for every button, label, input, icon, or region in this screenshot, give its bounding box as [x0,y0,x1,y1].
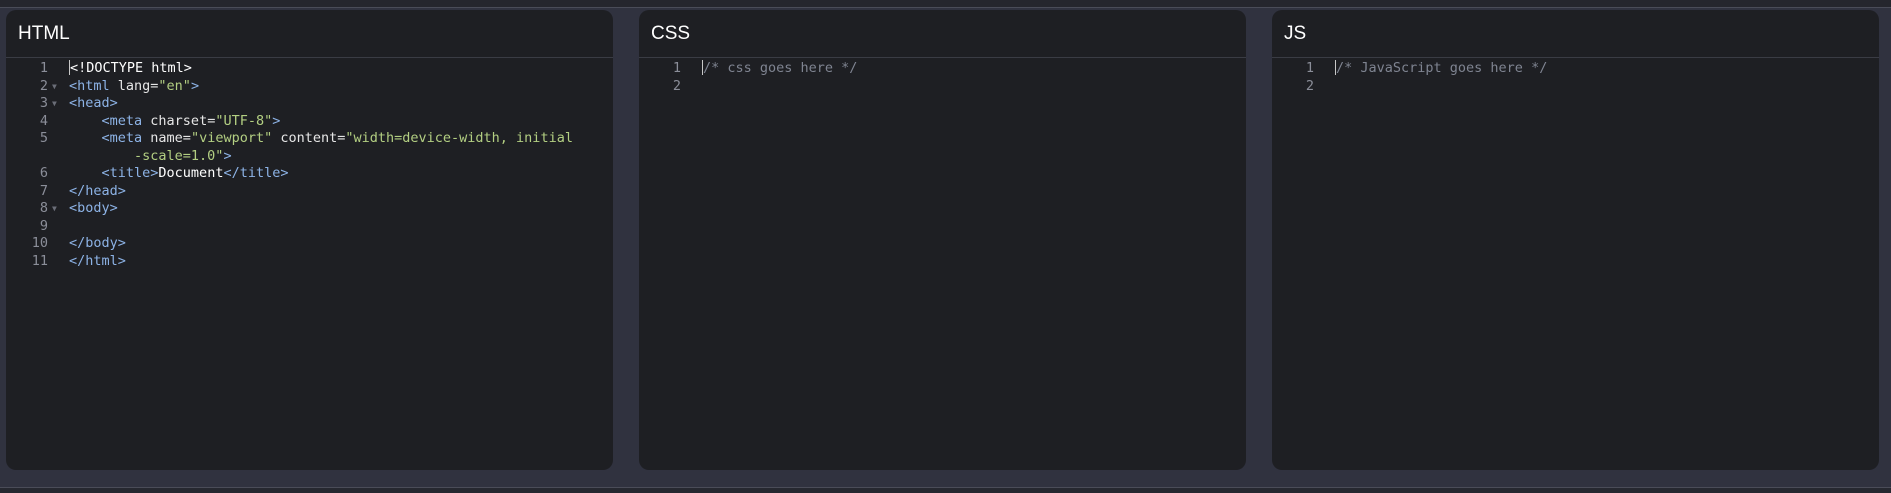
code-token: "width=device-width, initial [345,130,573,146]
panel-header: HTML [6,10,613,58]
code-line: 10 </body> [6,235,613,253]
code-line: 1 /* JavaScript goes here */ [1272,60,1879,78]
code-line: 2 ▼ <html lang="en"> [6,78,613,96]
js-code-editor[interactable]: 1 /* JavaScript goes here */ 2 [1272,58,1879,470]
line-number: 1 [672,60,681,76]
line-number: 2 [39,77,48,94]
line-number: 7 [39,182,48,199]
code-token: > [190,77,200,94]
line-number: 10 [31,235,48,251]
code-text: <head> [69,95,118,113]
code-line: 5 <meta name="viewport" content="width=d… [6,130,613,148]
code-token: <body> [69,200,118,216]
css-code-editor[interactable]: 1 /* css goes here */ 2 [639,58,1246,470]
line-number: 6 [39,165,48,181]
line-number: 1 [39,60,48,76]
html-code-editor[interactable]: 1 <!DOCTYPE html> 2 ▼ <html lang="en"> 3 ▼ <hea… [6,58,613,470]
code-text: <body> [69,200,118,218]
code-text: <html lang="en"> [69,78,199,96]
code-line: 8 ▼ <body> [6,200,613,218]
code-text: /* css goes here */ [702,60,857,78]
css-editor-panel: CSS 1 /* css goes here */ 2 [639,10,1246,470]
code-token: <title> [101,165,159,181]
code-text: </html> [69,253,126,271]
code-token: </head> [69,182,126,199]
code-token: "UTF-8" [215,112,273,129]
code-line: 11 </html> [6,253,613,271]
code-line: 2 [1272,78,1879,96]
js-editor-panel: JS 1 /* JavaScript goes here */ 2 [1272,10,1879,470]
line-number: 11 [31,252,48,269]
code-token: > [223,147,232,164]
code-line: 4 <meta charset="UTF-8"> [6,113,613,131]
code-text: -scale=1.0"> [69,148,232,166]
code-token: content= [272,130,346,146]
code-line: 1 <!DOCTYPE html> [6,60,613,78]
code-text: <meta charset="UTF-8"> [69,112,281,131]
code-token: name= [150,130,191,146]
fold-arrow-icon[interactable]: ▼ [52,200,57,218]
code-token: </title> [223,165,289,181]
code-text: <title>Document</title> [69,165,289,183]
code-token: </html> [69,252,126,269]
line-number: 1 [1305,60,1314,76]
code-token: "en" [158,77,191,94]
code-token: <head> [69,95,118,111]
line-number: 3 [39,95,48,111]
code-token: "viewport" [190,130,273,146]
code-token: /* css goes here */ [703,60,858,76]
code-token: <html [69,77,118,94]
code-line: 9 [6,218,613,236]
code-text: <meta name="viewport" content="width=dev… [69,130,573,148]
line-number: 2 [1305,77,1314,94]
code-line: 6 <title>Document</title> [6,165,613,183]
bottom-bar [0,487,1891,493]
line-number: 2 [672,77,681,94]
code-token: <meta [101,112,151,129]
code-line: 1 /* css goes here */ [639,60,1246,78]
panel-title-html: HTML [18,22,70,44]
line-number: 9 [39,217,48,234]
html-editor-panel: HTML 1 <!DOCTYPE html> 2 ▼ <html lang="en"> 3… [6,10,613,470]
code-text: /* JavaScript goes here */ [1335,60,1547,78]
code-text: <!DOCTYPE html> [69,60,192,78]
code-token: <!DOCTYPE html> [70,60,192,76]
code-token: Document [158,165,224,181]
code-line: -scale=1.0"> [6,148,613,166]
fold-arrow-icon[interactable]: ▼ [52,95,57,113]
panel-header: CSS [639,10,1246,58]
code-token: /* JavaScript goes here */ [1336,60,1548,76]
top-bar [0,0,1891,8]
line-number: 4 [39,112,48,129]
code-line: 7 </head> [6,183,613,201]
code-token: lang= [117,77,159,94]
panel-title-css: CSS [651,22,691,44]
line-number: 5 [39,130,48,146]
panel-header: JS [1272,10,1879,58]
code-token: <meta [101,130,151,146]
line-number: 8 [39,200,48,216]
code-line: 3 ▼ <head> [6,95,613,113]
fold-arrow-icon[interactable]: ▼ [52,78,57,96]
code-line: 2 [639,78,1246,96]
panel-title-js: JS [1284,22,1307,44]
code-text: </head> [69,183,126,201]
code-token: charset= [150,112,216,129]
code-token: -scale=1.0" [134,147,224,164]
code-text: </body> [69,235,126,253]
code-token: > [272,112,281,129]
code-token: </body> [69,235,126,251]
